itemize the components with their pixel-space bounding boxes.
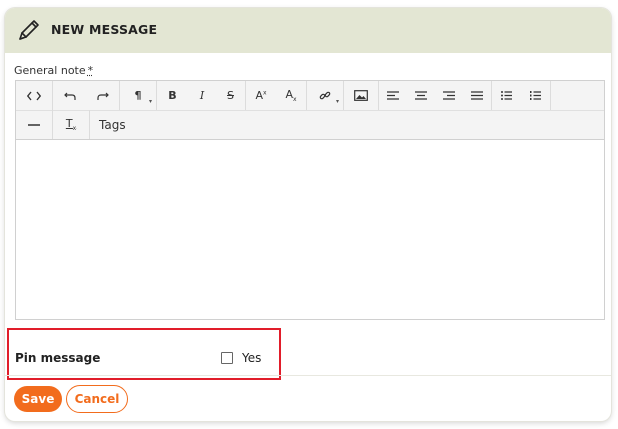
dropdown-caret-icon: ▾ (335, 98, 339, 105)
redo-button[interactable] (86, 81, 119, 110)
numbered-list-button[interactable] (521, 81, 550, 110)
align-center-icon (415, 91, 427, 100)
clear-format-icon: Tx (65, 116, 77, 133)
note-content-area[interactable] (16, 140, 604, 319)
general-note-label-text: General note (14, 64, 86, 77)
required-indicator: * (87, 64, 94, 77)
horizontal-rule-button[interactable] (16, 110, 52, 139)
cancel-button[interactable]: Cancel (66, 385, 128, 413)
toolbar-separator (550, 81, 551, 110)
pin-message-yes-label[interactable]: Yes (242, 351, 261, 365)
italic-icon: I (199, 89, 205, 102)
strikethrough-button[interactable]: S (216, 81, 245, 110)
link-icon (319, 91, 331, 99)
undo-icon (63, 92, 76, 100)
align-left-icon (387, 91, 399, 100)
toolbar-row-2: Tx Tags (16, 110, 135, 139)
bullet-list-button[interactable] (492, 81, 521, 110)
image-icon (354, 90, 368, 101)
pencil-icon (13, 16, 43, 46)
bold-button[interactable]: B (157, 81, 188, 110)
save-button[interactable]: Save (14, 386, 62, 412)
toolbar-row-1: ¶ ▾ B I S Ax Ax ▾ (16, 81, 604, 111)
footer-divider (5, 375, 611, 376)
align-justify-button[interactable] (463, 81, 491, 110)
paragraph-format-button[interactable]: ¶ ▾ (120, 81, 156, 110)
align-justify-icon (471, 91, 483, 100)
align-center-button[interactable] (407, 81, 435, 110)
code-icon (27, 91, 41, 100)
rich-text-editor: ¶ ▾ B I S Ax Ax ▾ Tx Tags (15, 80, 605, 320)
superscript-icon: Ax (255, 89, 267, 102)
panel-title: NEW MESSAGE (51, 22, 158, 37)
undo-button[interactable] (53, 81, 86, 110)
subscript-icon: Ax (285, 87, 297, 104)
italic-button[interactable]: I (188, 81, 216, 110)
source-code-button[interactable] (16, 81, 52, 110)
align-right-icon (443, 91, 455, 100)
superscript-button[interactable]: Ax (246, 81, 276, 110)
numbered-list-icon (530, 91, 541, 100)
bullet-list-icon (501, 91, 512, 100)
general-note-label: General note * (14, 64, 93, 77)
paragraph-icon: ¶ (134, 89, 142, 102)
clear-format-button[interactable]: Tx (53, 110, 89, 139)
editor-toolbar: ¶ ▾ B I S Ax Ax ▾ Tx Tags (16, 81, 604, 140)
subscript-button[interactable]: Ax (276, 81, 306, 110)
redo-icon (96, 92, 109, 100)
pin-message-label: Pin message (15, 351, 101, 365)
image-button[interactable] (344, 81, 378, 110)
link-button[interactable]: ▾ (307, 81, 343, 110)
pin-message-checkbox[interactable] (221, 352, 233, 364)
dropdown-caret-icon: ▾ (148, 98, 152, 105)
tags-button[interactable]: Tags (90, 110, 135, 139)
bold-icon: B (168, 89, 177, 102)
horizontal-rule-icon (28, 123, 40, 126)
panel-header: NEW MESSAGE (5, 8, 611, 53)
align-left-button[interactable] (379, 81, 407, 110)
align-right-button[interactable] (435, 81, 463, 110)
strikethrough-icon: S (227, 89, 234, 102)
new-message-panel: NEW MESSAGE General note * ¶ ▾ B I S Ax … (5, 8, 611, 421)
